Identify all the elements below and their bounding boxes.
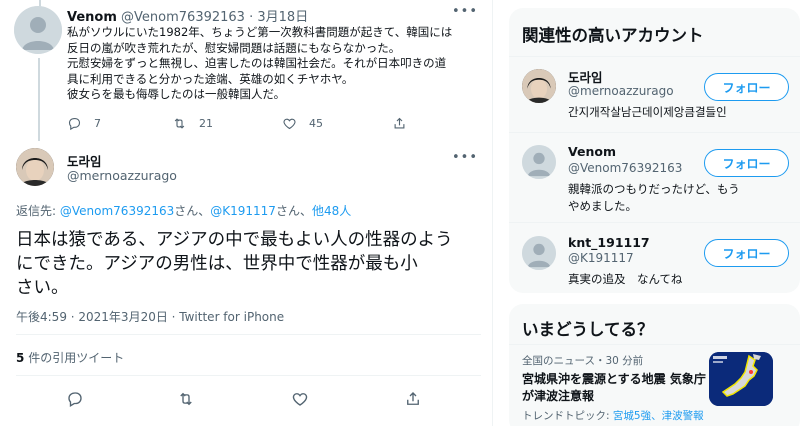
reply-button[interactable] — [66, 390, 84, 408]
account-bio: 親韓派のつもりだったけど、もうやめました。 — [568, 182, 740, 213]
separator-dot: · — [249, 10, 254, 25]
account-name[interactable]: knt_191117 — [568, 235, 650, 250]
tweet-timestamp[interactable]: 午後4:59 · 2021年3月20日 · Twitter for iPhone — [16, 308, 284, 325]
divider — [509, 344, 800, 345]
tweet-text-line: さい。 — [16, 278, 69, 298]
tweet-text-line: 彼女らを最も侮辱したのは一般韓国人だ。 — [67, 87, 286, 101]
avatar[interactable] — [14, 6, 62, 54]
more-options-icon[interactable]: ••• — [452, 4, 478, 19]
account-handle[interactable]: @mernoazzurago — [568, 84, 674, 98]
heart-icon — [292, 393, 308, 406]
reply-to-separator: さん、 — [275, 204, 312, 218]
avatar[interactable] — [522, 145, 556, 179]
like-button[interactable]: 45 — [282, 116, 323, 131]
follow-button[interactable]: フォロー — [704, 73, 789, 101]
default-avatar-icon — [14, 6, 62, 54]
reply-to-user-link[interactable]: @K191117 — [210, 204, 276, 218]
tweet-text-line: 私がソウルにいた1982年、ちょうど第一次教科書問題が起きて、韓国には — [67, 25, 453, 39]
account-item[interactable]: knt_191117 @K191117 真実の追及 なんてね フォロー — [509, 222, 800, 292]
tweet-text-line: 反日の嵐が吹き荒れたが、慰安婦問題は話題にもならなかった。 — [67, 40, 401, 55]
retweet-button[interactable] — [177, 390, 195, 408]
tweet-text-line: にできた。アジアの男性は、世界中で性器が最も小 — [16, 254, 418, 274]
author-handle[interactable]: @Venom76392163 — [121, 10, 245, 25]
account-bio: 간지개작살남근데이제앙큼결들인 — [568, 105, 727, 119]
default-avatar-icon — [522, 145, 556, 179]
parent-tweet[interactable]: Venom @Venom76392163 · 3月18日 ••• 私がソウルにい… — [0, 0, 493, 141]
trend-meta: 全国のニュース・30 分前 — [522, 355, 644, 367]
tweet-text-line: 日本は猿である、アジアの中で最もよい人の性器のよう — [16, 230, 453, 250]
thread-connector — [38, 58, 40, 141]
reply-to-more-link[interactable]: 他48人 — [312, 204, 351, 218]
reply-to-separator: さん、 — [174, 204, 211, 218]
reply-to-line: 返信先: @Venom76392163さん、@K191117さん、他48人 — [16, 202, 351, 219]
trend-topic-links[interactable]: 宮城5強、津波警報 — [613, 410, 704, 422]
tweet-text: 私がソウルにいた1982年、ちょうど第一次教科書問題が起きて、韓国には 反日の嵐… — [67, 25, 487, 103]
tweet-thread: Venom @Venom76392163 · 3月18日 ••• 私がソウルにい… — [0, 0, 493, 426]
more-options-icon[interactable]: ••• — [452, 150, 478, 165]
avatar[interactable] — [522, 69, 556, 103]
quote-label: 件の引用ツイート — [28, 351, 125, 365]
account-item[interactable]: Venom @Venom76392163 親韓派のつもりだったけど、もうやめまし… — [509, 132, 800, 222]
card-title: いまどうしてる？ — [522, 320, 654, 339]
avatar[interactable] — [522, 236, 556, 270]
follow-button[interactable]: フォロー — [704, 239, 789, 267]
account-bio: 真実の追及 なんてね — [568, 272, 683, 286]
trend-title[interactable]: 宮城県沖を震源とする地震 気象庁が津波注意報 — [522, 371, 712, 405]
reply-button[interactable]: 7 — [67, 116, 101, 131]
share-button[interactable] — [404, 390, 422, 408]
avatar[interactable] — [16, 148, 54, 186]
follow-button[interactable]: フォロー — [704, 149, 789, 177]
account-handle[interactable]: @K191117 — [568, 251, 634, 265]
account-item[interactable]: 도라임 @mernoazzurago 간지개작살남근데이제앙큼결들인 フォロー — [509, 56, 800, 132]
retweet-icon — [180, 392, 192, 406]
quote-count: 5 — [16, 351, 25, 365]
tweet-text: 日本は猿である、アジアの中で最もよい人の性器のよう にできた。アジアの男性は、世… — [16, 228, 481, 300]
like-count: 45 — [309, 117, 323, 130]
card-title: 関連性の高いアカウント — [522, 26, 704, 45]
divider — [16, 375, 481, 376]
share-icon — [394, 117, 405, 129]
heart-icon — [283, 118, 296, 130]
trend-topic-label: トレンドトピック: — [522, 410, 610, 422]
related-accounts-card: 関連性の高いアカウント 도라임 @mernoazzurago 간지개작살남근데이… — [509, 8, 800, 293]
share-button[interactable] — [392, 116, 407, 131]
retweet-count: 21 — [199, 117, 213, 130]
tweet-text-line: 元慰安婦をずっと無視し、迫害したのは韓国社会だ。それが日本叩きの道 — [67, 56, 447, 70]
default-avatar-icon — [522, 236, 556, 270]
reply-count: 7 — [94, 117, 101, 130]
reply-icon — [68, 392, 82, 407]
share-icon — [407, 392, 419, 405]
author-handle[interactable]: @mernoazzurago — [67, 168, 177, 183]
reply-icon — [68, 117, 81, 131]
profile-photo — [16, 148, 54, 186]
tweet-date[interactable]: 3月18日 — [257, 10, 308, 25]
retweet-icon — [174, 118, 185, 129]
divider — [16, 334, 481, 335]
tweet-text-line: 具に利用できると分かった途端、英雄の如くチヤホヤ。 — [67, 71, 354, 86]
reply-to-user-link[interactable]: @Venom76392163 — [60, 204, 174, 218]
quote-tweets-link[interactable]: 5 件の引用ツイート — [16, 349, 124, 366]
reply-to-label: 返信先: — [16, 204, 57, 218]
japan-map-image — [709, 352, 773, 406]
account-handle[interactable]: @Venom76392163 — [568, 161, 682, 175]
tweet-header: Venom @Venom76392163 · 3月18日 — [67, 6, 308, 25]
retweet-button[interactable]: 21 — [172, 116, 213, 131]
account-name[interactable]: Venom — [568, 144, 616, 159]
like-button[interactable] — [291, 390, 309, 408]
trend-topic-line: トレンドトピック: 宮城5強、津波警報 — [522, 408, 704, 423]
profile-photo — [522, 69, 556, 103]
trend-thumbnail-map-image[interactable] — [709, 352, 773, 406]
author-name[interactable]: Venom — [67, 10, 117, 25]
